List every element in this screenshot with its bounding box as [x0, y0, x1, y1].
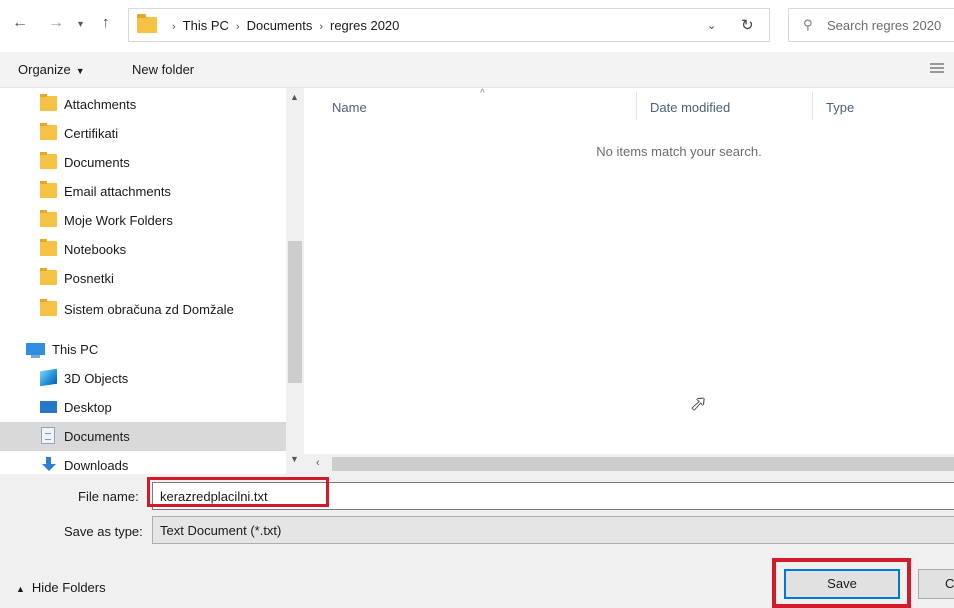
scroll-left-arrow-icon[interactable]: ‹	[316, 457, 320, 469]
sort-ascending-icon: ^	[480, 88, 485, 99]
sidebar-item-label: Desktop	[64, 400, 112, 415]
folder-icon	[40, 239, 57, 256]
column-divider[interactable]	[636, 92, 637, 120]
file-list-horizontal-scrollbar[interactable]: ‹	[304, 454, 954, 474]
sidebar-item-documents-folder[interactable]: Documents	[0, 148, 286, 177]
command-toolbar: Organize ▼ New folder	[0, 52, 954, 88]
empty-list-message: No items match your search.	[596, 144, 762, 159]
downloads-icon	[42, 457, 56, 472]
nav-pane-vertical-scrollbar[interactable]: ▲ ▼	[286, 88, 304, 474]
sidebar-item-label: This PC	[52, 342, 99, 357]
column-divider[interactable]	[812, 92, 813, 120]
sidebar-item-label: Certifikati	[64, 126, 119, 141]
save-form: File name: kerazredplacilni.txt Save as …	[0, 474, 954, 608]
mouse-pointer-icon: ➚	[690, 393, 707, 415]
sidebar-item-attachments[interactable]: Attachments	[0, 90, 286, 119]
file-name-highlight-box	[147, 477, 329, 507]
breadcrumb-this-pc[interactable]: This PC	[183, 18, 229, 33]
sidebar-item-3d-objects[interactable]: 3D Objects	[0, 364, 286, 393]
search-input[interactable]: ⚲ Search regres 2020	[788, 8, 954, 42]
folder-icon	[40, 94, 57, 111]
view-options-icon[interactable]	[930, 63, 944, 75]
address-row: ← → ▾ ↑ › This PC › Documents › regres 2020 ⌄…	[0, 0, 954, 52]
column-header-type[interactable]: Type	[826, 100, 854, 115]
organize-label: Organize	[18, 62, 71, 77]
sidebar-item-desktop[interactable]: Desktop	[0, 393, 286, 422]
breadcrumb: › This PC › Documents › regres 2020	[165, 18, 399, 33]
computer-icon	[26, 343, 45, 358]
sidebar-item-label: Documents	[64, 429, 130, 444]
file-name-label: File name:	[78, 489, 139, 504]
file-list[interactable]: Name ^ Date modified Type No items match…	[304, 88, 954, 454]
recent-locations-chevron-icon[interactable]: ▾	[78, 19, 83, 30]
navigation-pane: Attachments Certifikati Documents Email …	[0, 88, 286, 474]
sidebar-item-label: Sistem obračuna zd Domžale	[64, 302, 234, 317]
sidebar-item-documents[interactable]: Documents	[0, 422, 286, 451]
chevron-down-icon: ▼	[75, 66, 85, 76]
cancel-button[interactable]: Cancel	[918, 569, 954, 599]
sidebar-item-label: Notebooks	[64, 242, 127, 257]
scroll-up-arrow-icon[interactable]: ▲	[290, 92, 299, 102]
sidebar-item-label: Documents	[64, 155, 130, 170]
scrollbar-thumb[interactable]	[332, 457, 954, 471]
search-placeholder: Search regres 2020	[827, 18, 942, 33]
desktop-icon	[40, 401, 57, 413]
folder-icon	[40, 152, 57, 169]
hide-folders-label: Hide Folders	[31, 580, 106, 595]
sidebar-item-label: Moje Work Folders	[64, 213, 173, 228]
forward-arrow-icon[interactable]: →	[48, 14, 64, 32]
new-folder-button[interactable]: New folder	[132, 62, 194, 77]
column-header-date-modified[interactable]: Date modified	[650, 100, 730, 115]
sidebar-item-notebooks[interactable]: Notebooks	[0, 235, 286, 264]
sidebar-item-this-pc[interactable]: This PC	[0, 335, 286, 364]
search-icon: ⚲	[803, 17, 813, 32]
sidebar-item-sistem-obracuna[interactable]: Sistem obračuna zd Domžale	[0, 295, 286, 324]
breadcrumb-separator-icon: ›	[319, 21, 323, 33]
organize-button[interactable]: Organize ▼	[18, 62, 85, 77]
hide-folders-button[interactable]: ▲ Hide Folders	[16, 580, 106, 595]
refresh-icon[interactable]: ↻	[741, 16, 754, 34]
save-as-type-select[interactable]: Text Document (*.txt)	[152, 516, 954, 544]
save-button[interactable]: Save	[784, 569, 900, 599]
sidebar-item-label: Downloads	[64, 458, 129, 473]
up-arrow-icon[interactable]: ↑	[102, 14, 110, 31]
address-dropdown-chevron-icon[interactable]: ⌄	[707, 19, 716, 32]
sidebar-item-label: Posnetki	[64, 271, 114, 286]
back-arrow-icon[interactable]: ←	[12, 14, 28, 32]
breadcrumb-separator-icon: ›	[172, 21, 176, 33]
scrollbar-thumb[interactable]	[288, 241, 302, 383]
folder-icon	[40, 299, 57, 316]
folder-icon	[137, 14, 157, 33]
sidebar-item-label: 3D Objects	[64, 371, 129, 386]
folder-icon	[40, 210, 57, 227]
sidebar-item-label: Attachments	[64, 97, 137, 112]
breadcrumb-documents[interactable]: Documents	[247, 18, 313, 33]
3d-objects-icon	[40, 368, 57, 387]
folder-icon	[40, 268, 57, 285]
save-as-type-label: Save as type:	[64, 524, 143, 539]
folder-icon	[40, 181, 57, 198]
sidebar-item-email-attachments[interactable]: Email attachments	[0, 177, 286, 206]
breadcrumb-separator-icon: ›	[235, 21, 240, 33]
address-bar[interactable]: › This PC › Documents › regres 2020 ⌄ ↻	[128, 8, 770, 42]
save-as-type-value: Text Document (*.txt)	[160, 523, 282, 538]
sidebar-item-posnetki[interactable]: Posnetki	[0, 264, 286, 293]
chevron-up-icon: ▲	[16, 584, 25, 594]
sidebar-item-downloads[interactable]: Downloads	[0, 451, 286, 474]
sidebar-item-moje-work-folders[interactable]: Moje Work Folders	[0, 206, 286, 235]
sidebar-item-certifikati[interactable]: Certifikati	[0, 119, 286, 148]
breadcrumb-regres-2020[interactable]: regres 2020	[330, 18, 399, 33]
folder-icon	[40, 123, 57, 140]
column-header-name[interactable]: Name	[332, 100, 367, 115]
sidebar-item-label: Email attachments	[64, 184, 171, 199]
documents-icon	[41, 427, 55, 444]
scroll-down-arrow-icon[interactable]: ▼	[290, 454, 299, 464]
